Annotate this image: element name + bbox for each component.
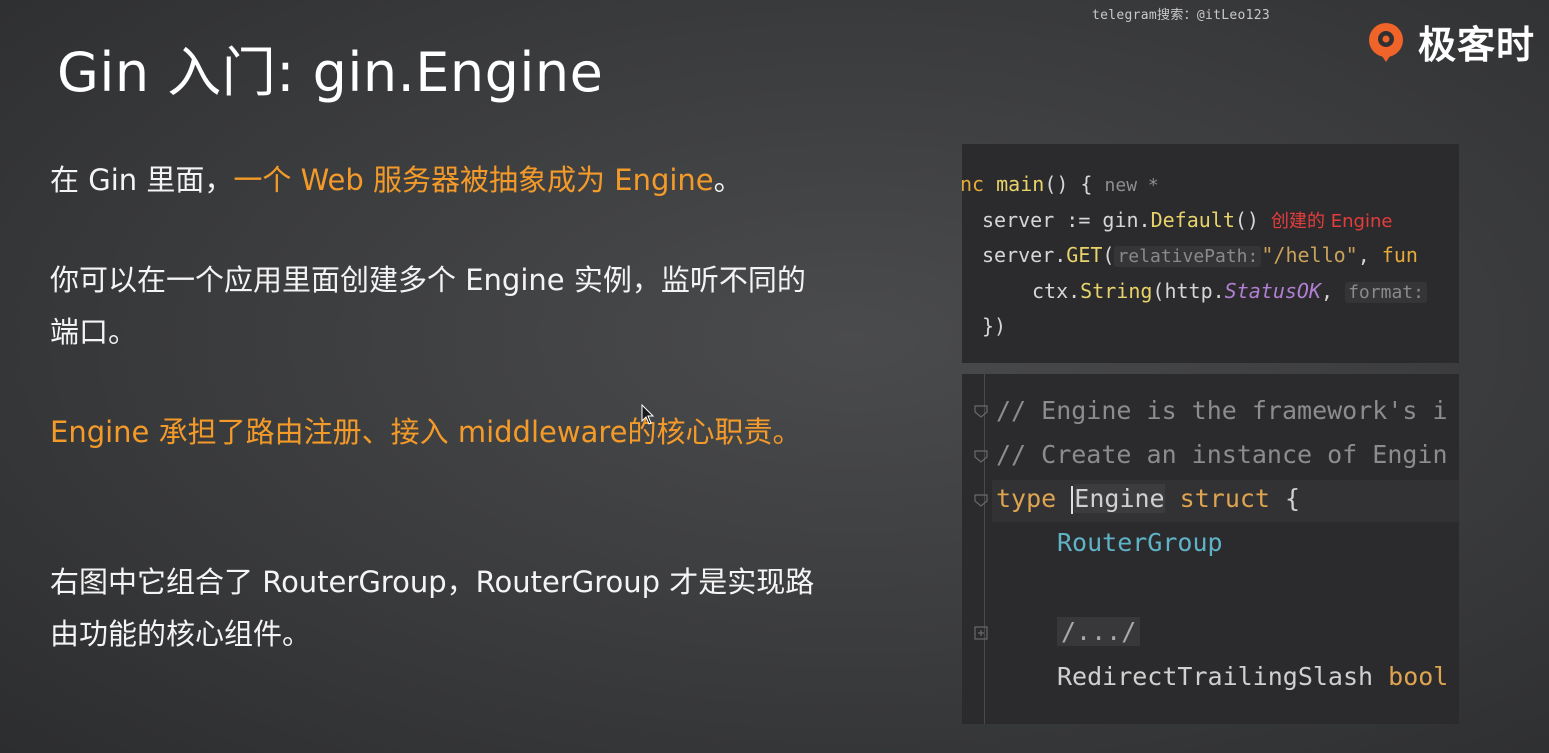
code-brace: {: [1285, 484, 1301, 513]
paragraph-engine-intro-highlight: 一个 Web 服务器被抽象成为 Engine: [233, 163, 714, 197]
slide-title: Gin 入门: gin.Engine: [57, 41, 604, 104]
paragraph-engine-intro-suffix: 。: [713, 163, 743, 197]
code-text: ,: [1357, 243, 1382, 267]
fold-marker-icon[interactable]: [974, 404, 988, 418]
code-function: String: [1080, 279, 1153, 303]
code-line-type-decl: type Engine struct {: [996, 484, 1300, 514]
code-line: server := gin.Default() 创建的 Engine: [982, 207, 1392, 233]
code-line: }): [982, 314, 1006, 338]
geektime-logo-icon: [1369, 22, 1403, 62]
code-text: () {: [1044, 172, 1093, 196]
code-keyword: type: [996, 484, 1057, 513]
code-text: (: [1102, 243, 1115, 267]
code-keyword: fun: [1381, 243, 1418, 267]
code-comment: // Create an instance of Engin: [996, 440, 1448, 469]
code-line: nc main() { new *: [962, 172, 1159, 196]
code-text: }): [982, 314, 1007, 338]
code-function: Default: [1150, 208, 1235, 232]
code-param-hint: relativePath:: [1114, 246, 1262, 267]
expand-marker-icon[interactable]: [974, 626, 988, 640]
editor-gutter: [984, 374, 985, 724]
paragraph-multiple-engines: 你可以在一个应用里面创建多个 Engine 实例，监听不同的端口。: [50, 263, 806, 349]
code-text: server := gin.: [982, 208, 1151, 232]
code-collapsed-block[interactable]: /.../: [1057, 617, 1141, 646]
code-string: "/hello": [1261, 243, 1358, 267]
paragraph-engine-responsibility: Engine 承担了路由注册、接入 middleware的核心职责。: [50, 415, 802, 449]
code-function: GET: [1066, 243, 1103, 267]
code-type-name-first: E: [1074, 484, 1090, 513]
text-caret: [1071, 486, 1074, 514]
code-text: ctx.: [1032, 279, 1081, 303]
mouse-pointer-icon: [641, 404, 655, 425]
brand-name: 极客时: [1418, 23, 1536, 67]
code-field-routergroup: RouterGroup: [1057, 528, 1223, 557]
code-text: (http.: [1152, 279, 1225, 303]
code-snippet-main: nc main() { new * server := gin.Default(…: [962, 144, 1459, 363]
paragraph-engine-intro: 在 Gin 里面，一个 Web 服务器被抽象成为 Engine。: [50, 154, 820, 206]
code-field-redirect: RedirectTrailingSlash bool: [1057, 662, 1448, 691]
code-type-name: ngine: [1089, 484, 1165, 513]
code-constant: StatusOK: [1224, 279, 1321, 303]
fold-marker-icon[interactable]: [974, 493, 988, 507]
code-param-hint: format:: [1345, 282, 1427, 303]
collapsed-block-text: /.../: [1057, 617, 1141, 646]
paragraph-engine-intro-prefix: 在 Gin 里面，: [50, 163, 234, 197]
code-keyword: struct: [1179, 484, 1270, 513]
code-text: (): [1234, 208, 1259, 232]
code-snippet-engine-struct: // Engine is the framework's i // Create…: [962, 374, 1459, 724]
code-keyword: nc: [962, 172, 985, 196]
code-comment: // Engine is the framework's i: [996, 396, 1448, 425]
code-text: server.: [982, 243, 1067, 267]
code-field-name: RedirectTrailingSlash: [1057, 662, 1374, 691]
code-function: main: [996, 172, 1045, 196]
paragraph-routergroup: 右图中它组合了 RouterGroup，RouterGroup 才是实现路由功能…: [50, 565, 815, 651]
fold-marker-icon[interactable]: [974, 449, 988, 463]
code-inlay-hint: new *: [1104, 175, 1159, 196]
annotation-created-engine: 创建的 Engine: [1271, 211, 1393, 232]
watermark-text: telegram搜索：@itLeo123: [1092, 8, 1271, 23]
code-line: server.GET(relativePath: "/hello", fun: [982, 243, 1418, 267]
brand: 极客时: [1364, 14, 1535, 69]
code-text: ,: [1321, 279, 1334, 303]
code-type: bool: [1388, 662, 1449, 691]
code-line: ctx.String(http.StatusOK, format:: [1032, 279, 1427, 303]
